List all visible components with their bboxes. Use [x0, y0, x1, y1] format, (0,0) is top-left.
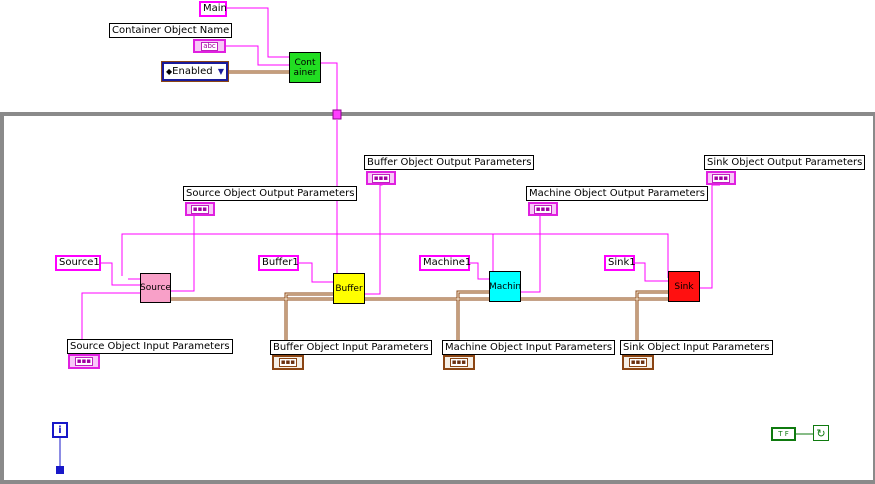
- wire-machine1: [470, 262, 489, 280]
- buffer-node-label: Buffer: [335, 283, 363, 294]
- source-node[interactable]: Source: [140, 273, 171, 303]
- tunnel-container: [332, 109, 342, 120]
- buffer-output-label: Buffer Object Output Parameters: [364, 155, 535, 170]
- buffer1-string-constant[interactable]: Buffer1: [258, 255, 299, 271]
- container-object-name-control[interactable]: abc: [193, 39, 226, 53]
- sink-output-text: Sink Object Output Parameters: [707, 157, 863, 168]
- machine-input-control[interactable]: ▪▪▪: [443, 355, 475, 370]
- iteration-terminal[interactable]: i: [52, 422, 68, 438]
- sink-input-text: Sink Object Input Parameters: [623, 342, 770, 353]
- machine-output-indicator[interactable]: ▪▪▪: [528, 202, 558, 216]
- sink-output-indicator[interactable]: ▪▪▪: [706, 171, 736, 185]
- cluster-glyph-icon: ▪▪▪: [74, 357, 94, 366]
- machine-input-text: Machine Object Input Parameters: [445, 342, 613, 353]
- sink-node-label: Sink: [674, 281, 694, 292]
- cluster-glyph-icon: ▪▪▪: [371, 173, 391, 183]
- machine-output-text: Machine Object Output Parameters: [529, 188, 705, 199]
- sink1-text: Sink1: [608, 257, 636, 268]
- source-node-label: Source: [140, 283, 171, 293]
- sink-output-label: Sink Object Output Parameters: [704, 155, 866, 170]
- main-string-constant[interactable]: Main: [199, 1, 227, 17]
- container-node[interactable]: Container: [289, 52, 321, 83]
- source-output-indicator[interactable]: ▪▪▪: [185, 202, 215, 216]
- true-false-constant[interactable]: T F: [771, 427, 796, 441]
- wire-source-out: [171, 210, 201, 292]
- source1-text: Source1: [59, 257, 100, 268]
- main-string-text: Main: [203, 3, 227, 14]
- buffer1-text: Buffer1: [262, 257, 299, 268]
- wire-source1: [101, 262, 140, 286]
- cluster-glyph-icon: ▪▪▪: [711, 173, 731, 183]
- iteration-icon: i: [58, 424, 62, 436]
- dropdown-arrow-icon: ▼: [217, 67, 224, 76]
- container-node-label: Container: [293, 57, 317, 78]
- buffer-input-control[interactable]: ▪▪▪: [272, 355, 304, 370]
- loop-condition-terminal[interactable]: ↻: [813, 425, 829, 441]
- enabled-enum-constant[interactable]: ◆ Enabled ▼: [161, 61, 229, 82]
- sink-input-control[interactable]: ▪▪▪: [622, 355, 654, 370]
- loop-condition-icon: ↻: [816, 426, 826, 440]
- container-object-name-text: Container Object Name: [112, 25, 230, 36]
- sink-input-label: Sink Object Input Parameters: [620, 340, 773, 355]
- buffer-input-text: Buffer Object Input Parameters: [273, 342, 429, 353]
- machine1-string-constant[interactable]: Machine1: [419, 255, 472, 271]
- boolean-glyph-icon: T F: [778, 430, 789, 438]
- wire-layer: [56, 7, 813, 474]
- source-output-label: Source Object Output Parameters: [183, 186, 358, 201]
- container-object-name-label: Container Object Name: [109, 23, 233, 38]
- wire-machine-out: [521, 214, 542, 293]
- buffer-input-label: Buffer Object Input Parameters: [270, 340, 432, 355]
- tunnel-iteration: [56, 466, 64, 474]
- source-input-label: Source Object Input Parameters: [67, 339, 233, 354]
- wire-buffer1: [299, 262, 333, 283]
- source-input-text: Source Object Input Parameters: [70, 341, 230, 352]
- cluster-glyph-icon: ▪▪▪: [628, 358, 648, 367]
- source-output-text: Source Object Output Parameters: [186, 188, 355, 199]
- buffer-node[interactable]: Buffer: [333, 273, 365, 304]
- wire-container-name: [226, 45, 289, 66]
- wire-source-ref-a: [121, 233, 669, 278]
- buffer-output-indicator[interactable]: ▪▪▪: [366, 171, 396, 185]
- source1-string-constant[interactable]: Source1: [55, 255, 101, 271]
- machine-node[interactable]: Machin: [489, 271, 521, 302]
- string-glyph-icon: abc: [201, 41, 218, 51]
- machine-node-label: Machin: [488, 281, 522, 292]
- machine-output-label: Machine Object Output Parameters: [526, 186, 708, 201]
- sink-node[interactable]: Sink: [668, 271, 700, 302]
- machine1-text: Machine1: [423, 257, 472, 268]
- cluster-glyph-icon: ▪▪▪: [449, 358, 469, 367]
- source-input-control[interactable]: ▪▪▪: [68, 354, 100, 369]
- wire-container-out: [321, 62, 338, 112]
- wire-buffer-out: [365, 180, 383, 295]
- machine-input-label: Machine Object Input Parameters: [442, 340, 616, 355]
- buffer-output-text: Buffer Object Output Parameters: [367, 157, 532, 168]
- sink1-string-constant[interactable]: Sink1: [604, 255, 636, 271]
- enum-value-text: Enabled: [172, 66, 213, 77]
- wire-sink1: [635, 262, 668, 282]
- cluster-glyph-icon: ▪▪▪: [533, 204, 553, 214]
- cluster-glyph-icon: ▪▪▪: [190, 204, 210, 214]
- cluster-glyph-icon: ▪▪▪: [278, 358, 298, 367]
